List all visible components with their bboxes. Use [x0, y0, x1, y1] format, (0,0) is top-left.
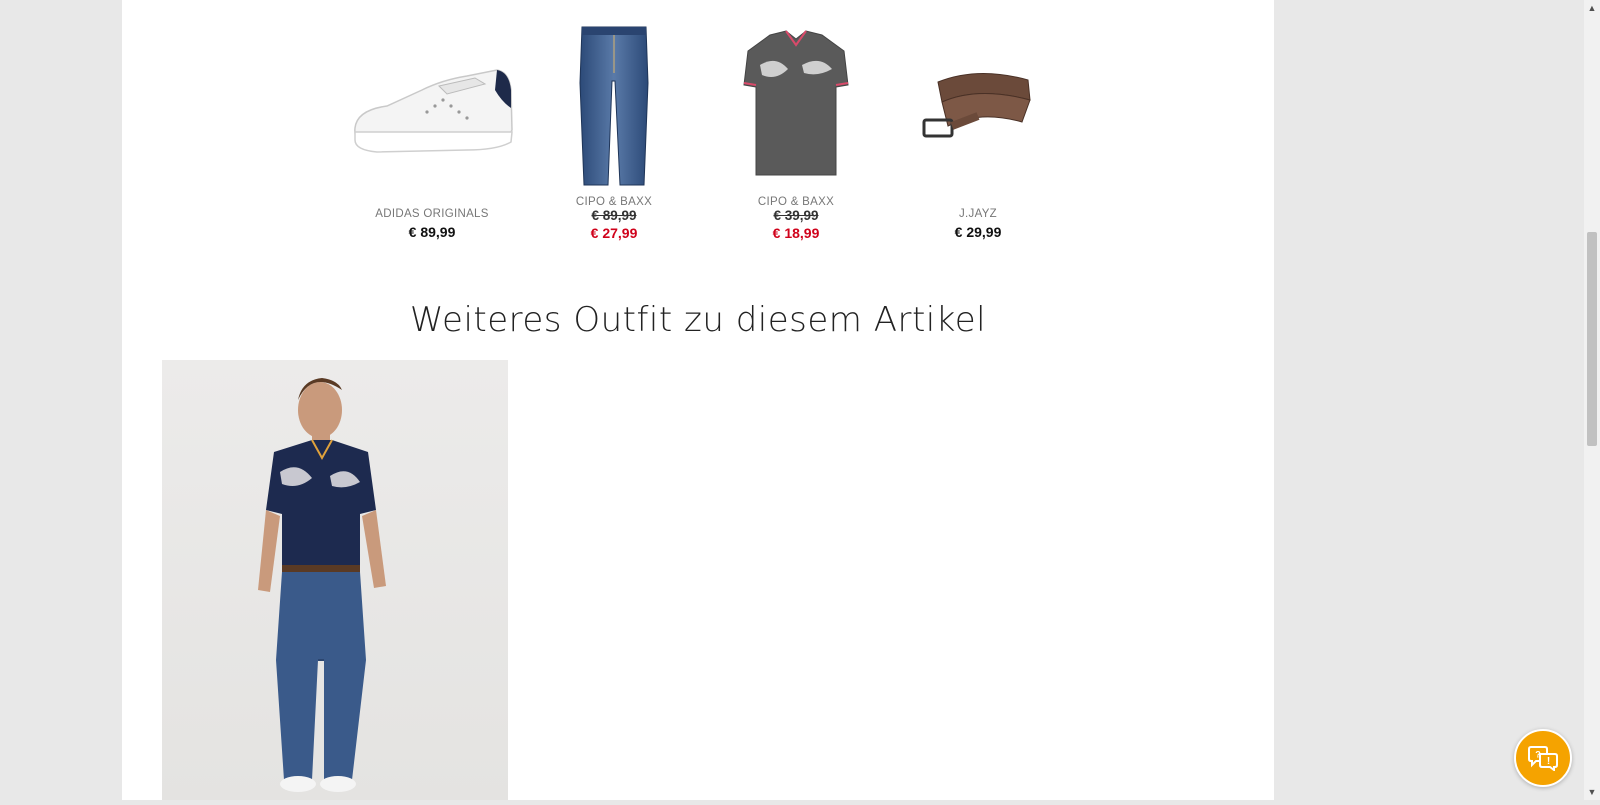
- product-card[interactable]: ADIDAS ORIGINALS € 89,99: [341, 20, 523, 240]
- product-original-price: € 39,99: [773, 208, 819, 223]
- product-card[interactable]: J.JAYZ € 29,99: [887, 20, 1069, 240]
- sneaker-image: [354, 69, 513, 153]
- product-image-polo[interactable]: [705, 20, 887, 190]
- scroll-down-icon[interactable]: ▼: [1584, 784, 1600, 800]
- product-price: € 29,99: [954, 224, 1002, 240]
- product-card[interactable]: € 89,99 CIPO & BAXX € 27,99: [523, 20, 705, 241]
- product-recommendations: ADIDAS ORIGINALS € 89,99 € 89,99 CIPO & …: [341, 20, 1069, 260]
- model-image: [258, 378, 386, 792]
- section-title: Weiteres Outfit zu diesem Artikel: [409, 300, 987, 340]
- vertical-scrollbar[interactable]: ▲ ▼: [1584, 0, 1600, 800]
- product-original-price: € 89,99: [591, 208, 637, 223]
- polo-shirt-image: [743, 30, 849, 176]
- product-brand: ADIDAS ORIGINALS: [375, 208, 489, 220]
- jeans-image: [579, 26, 649, 185]
- page-content: ADIDAS ORIGINALS € 89,99 € 89,99 CIPO & …: [122, 0, 1274, 800]
- product-sale-price: € 27,99: [590, 225, 638, 241]
- product-brand: CIPO & BAXX: [523, 196, 705, 208]
- svg-text:!: !: [1547, 756, 1550, 767]
- product-price: € 89,99: [408, 224, 456, 240]
- scroll-up-icon[interactable]: ▲: [1584, 0, 1600, 16]
- belt-image: [922, 73, 1031, 138]
- product-card[interactable]: € 39,99 CIPO & BAXX € 18,99: [705, 20, 887, 241]
- product-image-belt[interactable]: [887, 20, 1069, 190]
- outfit-image[interactable]: [162, 360, 508, 800]
- chat-bubbles-icon: ! ?: [1528, 746, 1558, 771]
- product-image-sneaker[interactable]: [341, 20, 523, 190]
- svg-text:?: ?: [1535, 750, 1541, 760]
- scrollbar-thumb[interactable]: [1587, 232, 1597, 446]
- chat-button[interactable]: ! ?: [1514, 729, 1572, 787]
- product-image-jeans[interactable]: [523, 20, 705, 190]
- product-brand: J.JAYZ: [958, 208, 997, 220]
- product-sale-price: € 18,99: [772, 225, 820, 241]
- product-brand: CIPO & BAXX: [705, 196, 887, 208]
